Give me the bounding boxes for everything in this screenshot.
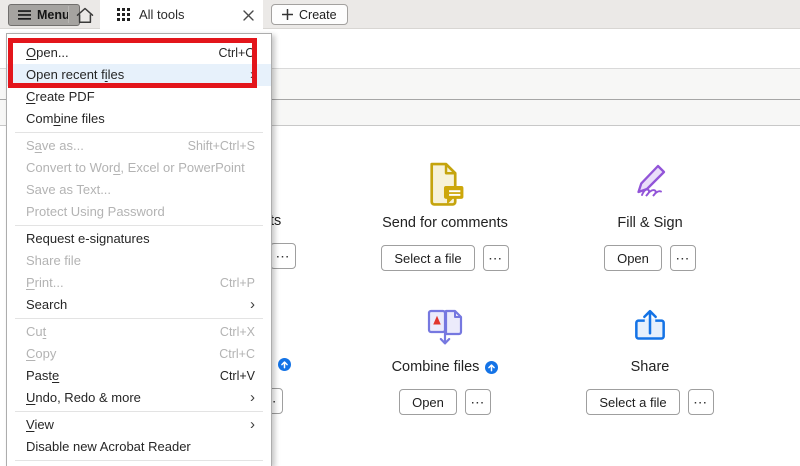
menu-item-label: Open...	[26, 45, 69, 60]
card-title: Share	[630, 359, 670, 375]
menu-item-label: Share file	[26, 253, 81, 268]
menu-item-convert-to-word-excel-or-powerpoint[interactable]: Convert to Word, Excel or PowerPoint	[7, 157, 271, 179]
card-fill-sign: Fill & Sign Open ⋯	[540, 162, 760, 271]
plus-icon	[282, 9, 293, 20]
menu-item-label: Undo, Redo & more	[26, 390, 141, 405]
menu-item-request-e-signatures[interactable]: Request e-signatures	[7, 228, 271, 250]
menu-separator	[15, 411, 263, 412]
menu-item-label: Convert to Word, Excel or PowerPoint	[26, 160, 245, 175]
comment-document-icon	[430, 162, 464, 206]
all-tools-grid-icon	[117, 8, 130, 21]
combine-files-icon	[427, 309, 463, 345]
menu-item-undo-redo-more[interactable]: Undo, Redo & more ›	[7, 387, 271, 409]
submenu-arrow-icon: ›	[250, 296, 255, 313]
more-options-button[interactable]: ⋯	[464, 389, 491, 415]
menu-button-label: Menu	[37, 8, 70, 22]
tab-close-button[interactable]	[241, 8, 255, 22]
menu-item-shortcut: Shift+Ctrl+S	[187, 139, 255, 153]
top-bar: Menu All tools Create	[0, 0, 800, 29]
menu-item-label: Paste	[26, 368, 60, 383]
tab-label: All tools	[139, 7, 185, 22]
menu-item-view[interactable]: View ›	[7, 414, 271, 436]
menu-item-shortcut: Ctrl+O	[218, 46, 255, 60]
menu-item-shortcut: Ctrl+X	[219, 325, 255, 339]
menu-item-open-recent-files[interactable]: Open recent files ›	[7, 64, 271, 86]
create-button-label: Create	[299, 7, 337, 22]
menu-item-search[interactable]: Search ›	[7, 294, 271, 316]
open-button[interactable]: Open	[604, 245, 662, 271]
card-send-for-comments: Send for comments Select a file ⋯	[335, 162, 555, 271]
submenu-arrow-icon: ›	[250, 389, 255, 406]
menu-item-combine-files[interactable]: Combine files	[7, 108, 271, 130]
menu-item-label: Combine files	[26, 111, 105, 126]
menu-separator	[15, 132, 263, 133]
create-button[interactable]: Create	[271, 4, 348, 25]
menu-separator	[15, 318, 263, 319]
premium-badge-icon	[278, 358, 291, 371]
home-icon	[76, 7, 94, 23]
menu-item-open[interactable]: Open... Ctrl+O	[7, 42, 271, 64]
menu-item-shortcut: Ctrl+P	[219, 276, 255, 290]
share-icon	[635, 309, 665, 340]
menu-separator	[15, 460, 263, 461]
menu-item-share-file[interactable]: Share file	[7, 250, 271, 272]
hamburger-icon	[18, 10, 31, 20]
hidden-card-more-button[interactable]: ⋯	[270, 243, 296, 269]
card-combine-files: Combine files Open ⋯	[335, 306, 555, 415]
pen-icon	[637, 164, 666, 197]
open-button[interactable]: Open	[399, 389, 457, 415]
topbar-divider	[68, 6, 69, 23]
menu-item-label: Save as...	[26, 138, 84, 153]
select-a-file-button[interactable]: Select a file	[381, 245, 475, 271]
more-options-button[interactable]: ⋯	[669, 245, 696, 271]
close-icon	[242, 9, 254, 21]
more-options-button[interactable]: ⋯	[687, 389, 714, 415]
main-menu-dropdown: Open... Ctrl+O Open recent files › Create PD…	[6, 33, 272, 466]
menu-item-shortcut: Ctrl+C	[219, 347, 255, 361]
menu-item-label: View	[26, 417, 54, 432]
menu-item-label: Create PDF	[26, 89, 95, 104]
menu-item-label: Print...	[26, 275, 64, 290]
menu-item-protect-using-password[interactable]: Protect Using Password	[7, 201, 271, 223]
menu-item-label: Protect Using Password	[26, 204, 165, 219]
menu-separator	[15, 225, 263, 226]
menu-item-create-pdf[interactable]: Create PDF	[7, 86, 271, 108]
menu-item-cut[interactable]: Cut Ctrl+X	[7, 321, 271, 343]
submenu-arrow-icon: ›	[250, 66, 255, 83]
submenu-arrow-icon: ›	[250, 416, 255, 433]
menu-item-shortcut: Ctrl+V	[219, 369, 255, 383]
card-share: Share Select a file ⋯	[540, 306, 760, 415]
more-options-button[interactable]: ⋯	[482, 245, 509, 271]
menu-item-print[interactable]: Print... Ctrl+P	[7, 272, 271, 294]
home-button[interactable]	[73, 3, 97, 27]
card-title: Send for comments	[382, 215, 508, 231]
menu-item-label: Open recent files	[26, 67, 125, 82]
menu-item-label: Disable new Acrobat Reader	[26, 439, 191, 454]
menu-item-label: Save as Text...	[26, 182, 112, 197]
premium-badge-icon	[485, 360, 499, 374]
menu-item-label: Search	[26, 297, 68, 312]
menu-item-label: Request e-signatures	[26, 231, 150, 246]
menu-item-disable-new-acrobat-reader[interactable]: Disable new Acrobat Reader	[7, 436, 271, 458]
select-a-file-button[interactable]: Select a file	[586, 389, 680, 415]
tab-all-tools[interactable]: All tools	[100, 0, 263, 29]
menu-item-save-as-text[interactable]: Save as Text...	[7, 179, 271, 201]
menu-item-label: Copy	[26, 346, 57, 361]
menu-item-save-as[interactable]: Save as... Shift+Ctrl+S	[7, 135, 271, 157]
menu-item-label: Cut	[26, 324, 47, 339]
card-title: Fill & Sign	[617, 215, 683, 231]
card-title: Combine files	[391, 359, 480, 375]
menu-item-paste[interactable]: Paste Ctrl+V	[7, 365, 271, 387]
menu-item-copy[interactable]: Copy Ctrl+C	[7, 343, 271, 365]
